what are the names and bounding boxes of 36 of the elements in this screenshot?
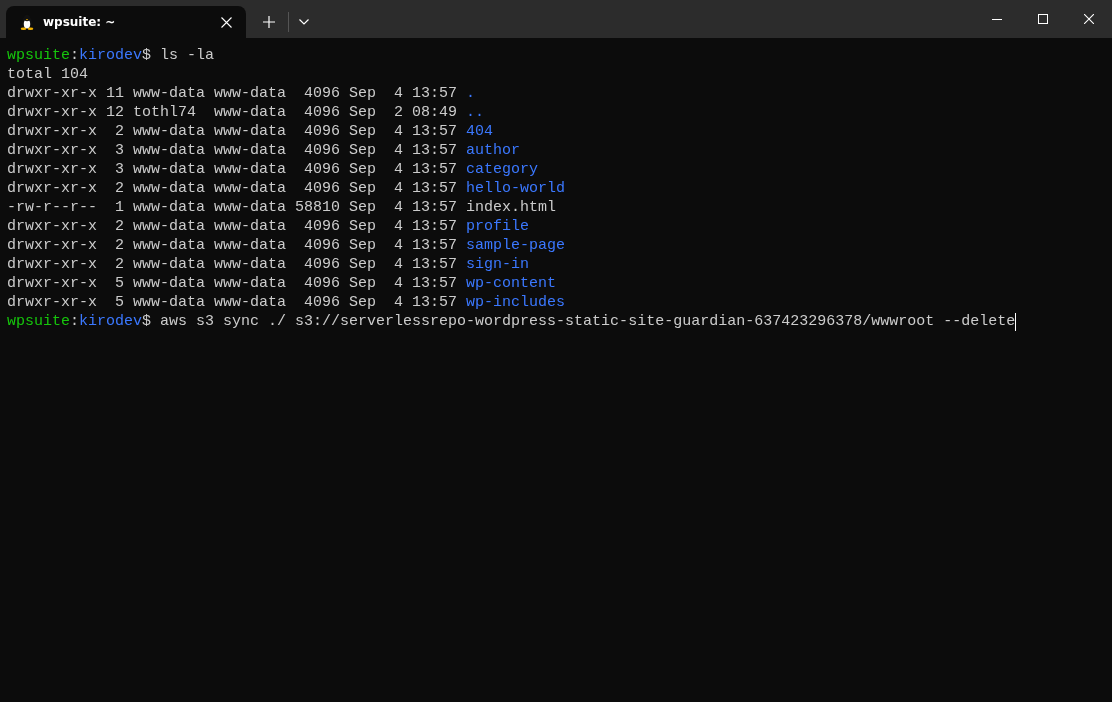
file-name: 404 xyxy=(466,122,494,141)
close-tab-button[interactable] xyxy=(218,14,234,30)
tab-title: wpsuite: ~ xyxy=(43,15,117,29)
file-details: drwxr-xr-x 2 www-data www-data 4096 Sep 4 13:57 xyxy=(7,179,459,198)
close-icon xyxy=(1084,14,1094,24)
file-name: index.html xyxy=(466,198,557,217)
file-name: author xyxy=(466,141,521,160)
file-details: drwxr-xr-x 2 www-data www-data 4096 Sep 4 13:57 xyxy=(7,217,459,236)
prompt-line: wpsuite:kirodev$ aws s3 sync ./ s3://serverlessrepo-wordpress-static-site-guardian-637423296378/wwwroot --delete xyxy=(7,312,1016,331)
file-details: drwxr-xr-x 3 www-data www-data 4096 Sep 4 13:57 xyxy=(7,160,459,179)
file-name: wp-includes xyxy=(466,293,566,312)
file-name: category xyxy=(466,160,539,179)
chevron-down-icon xyxy=(299,19,309,25)
file-details: drwxr-xr-x 5 www-data www-data 4096 Sep 4 13:57 xyxy=(7,293,459,312)
close-icon xyxy=(220,16,232,28)
file-details: drwxr-xr-x 3 www-data www-data 4096 Sep 4 13:57 xyxy=(7,141,459,160)
file-name: hello-world xyxy=(466,179,566,198)
maximize-icon xyxy=(1038,14,1048,24)
file-details: -rw-r--r-- 1 www-data www-data 58810 Sep 4 13:57 xyxy=(7,198,459,217)
minimize-icon xyxy=(992,18,1002,20)
file-name: wp-content xyxy=(466,274,557,293)
file-details: drwxr-xr-x 11 www-data www-data 4096 Sep 4 13:57 xyxy=(7,84,459,103)
file-name: .. xyxy=(466,103,485,122)
file-name: profile xyxy=(466,217,530,236)
plus-icon xyxy=(263,16,275,28)
terminal-tab[interactable]: wpsuite: ~ xyxy=(6,6,246,38)
file-details: drwxr-xr-x 2 www-data www-data 4096 Sep 4 13:57 xyxy=(7,255,459,274)
file-name: sign-in xyxy=(466,255,530,274)
file-details: drwxr-xr-x 2 www-data www-data 4096 Sep 4 13:57 xyxy=(7,236,459,255)
file-details: drwxr-xr-x 2 www-data www-data 4096 Sep 4 13:57 xyxy=(7,122,459,141)
file-details: drwxr-xr-x 5 www-data www-data 4096 Sep 4 13:57 xyxy=(7,274,459,293)
file-details: drwxr-xr-x 12 tothl74 www-data 4096 Sep 2 08:49 xyxy=(7,103,459,122)
file-name: . xyxy=(466,84,476,103)
output-line: total 104 xyxy=(7,65,88,84)
prompt-line: wpsuite:kirodev$ ls -la xyxy=(7,46,215,65)
file-name: sample-page xyxy=(466,236,566,255)
